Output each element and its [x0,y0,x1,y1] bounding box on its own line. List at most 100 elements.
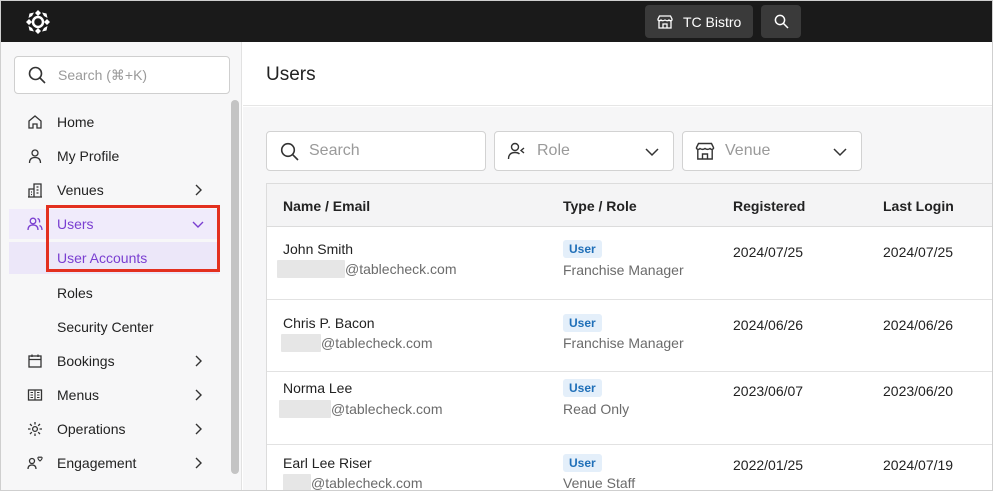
type-badge-label: User [563,240,602,258]
user-type-badge: User [563,379,602,397]
sidebar-subitem-user-accounts[interactable]: User Accounts [9,242,219,274]
sidebar-subitem-roles[interactable]: Roles [9,277,219,309]
sidebar: Search (⌘+K) Home My Profile Venues User… [1,42,242,490]
app-window: TC Bistro Search (⌘+K) Home My Profile V… [0,0,993,491]
users-table: Name / Email Type / Role Registered Last… [266,183,992,491]
sidebar-scrollbar[interactable] [231,100,239,474]
sidebar-subitem-label: Roles [57,285,93,301]
user-role-icon [507,141,527,161]
column-header-last-login[interactable]: Last Login [883,198,954,214]
sidebar-item-label: Users [57,216,94,232]
table-row[interactable]: John Smith @tablecheck.com User Franchis… [267,227,992,300]
user-icon [27,148,43,164]
calendar-icon [27,353,43,369]
redacted-email-prefix [279,400,331,418]
user-role: Franchise Manager [563,262,684,278]
store-icon [657,14,673,29]
sidebar-search-placeholder: Search (⌘+K) [58,66,148,83]
sidebar-item-label: My Profile [57,148,120,164]
global-search-button[interactable] [761,5,801,38]
user-name: Earl Lee Riser [283,455,372,471]
building-icon [27,182,43,198]
role-filter-select[interactable]: Role [494,131,674,171]
sidebar-item-menus[interactable]: Menus [9,380,219,410]
search-icon [774,14,789,29]
venue-name: TC Bistro [683,13,742,30]
user-name: Norma Lee [283,380,353,396]
type-badge-label: User [563,454,602,472]
redacted-email-prefix [283,474,311,490]
chevron-down-icon [192,221,204,228]
user-name: John Smith [283,241,354,257]
user-role: Read Only [563,401,630,417]
sidebar-item-engagement[interactable]: Engagement [9,448,219,478]
registered-date: 2024/06/26 [733,317,804,333]
user-type-badge: User [563,314,602,332]
search-icon [28,66,46,84]
sidebar-item-operations[interactable]: Operations [9,414,219,444]
chevron-down-icon [833,148,847,157]
type-badge-label: User [563,379,602,397]
email-domain: @tablecheck.com [321,335,433,351]
home-icon [27,114,43,130]
user-type-badge: User [563,240,602,258]
registered-date: 2023/06/07 [733,383,804,399]
brand-logo[interactable] [25,9,51,35]
last-login-date: 2024/06/26 [883,317,954,333]
user-name: Chris P. Bacon [283,315,375,331]
store-icon [695,141,715,161]
sidebar-item-label: Bookings [57,353,115,369]
column-header-type-role[interactable]: Type / Role [563,198,637,214]
sidebar-item-home[interactable]: Home [9,107,219,137]
sidebar-subitem-security-center[interactable]: Security Center [9,311,219,343]
column-header-name-email[interactable]: Name / Email [283,198,370,214]
table-row[interactable]: Chris P. Bacon @tablecheck.com User Fran… [267,300,992,372]
sidebar-search-input[interactable]: Search (⌘+K) [14,56,230,94]
table-header: Name / Email Type / Role Registered Last… [267,184,992,227]
last-login-date: 2023/06/20 [883,383,954,399]
sidebar-item-label: Engagement [57,455,137,471]
registered-date: 2022/01/25 [733,457,804,473]
user-role: Franchise Manager [563,335,684,351]
chevron-right-icon [195,389,202,401]
email-domain: @tablecheck.com [331,401,443,417]
sidebar-item-my-profile[interactable]: My Profile [9,141,219,171]
last-login-date: 2024/07/25 [883,244,954,260]
gear-icon [27,421,43,437]
user-email: @tablecheck.com [283,474,423,491]
chevron-down-icon [645,148,659,157]
last-login-date: 2024/07/19 [883,457,954,473]
redacted-email-prefix [281,334,321,352]
main-content: Users Search Role Venue Name / Email Typ… [243,42,992,491]
users-icon [27,216,43,232]
sidebar-item-label: Operations [57,421,126,437]
email-domain: @tablecheck.com [345,261,457,277]
venue-filter-select[interactable]: Venue [682,131,862,171]
registered-date: 2024/07/25 [733,244,804,260]
venue-placeholder: Venue [725,142,771,159]
chevron-right-icon [195,355,202,367]
table-row[interactable]: Earl Lee Riser @tablecheck.com User Venu… [267,445,992,491]
venue-switcher-button[interactable]: TC Bistro [645,5,753,38]
top-bar: TC Bistro [1,1,992,42]
search-input[interactable]: Search [266,131,486,171]
search-placeholder: Search [309,142,360,159]
page-title: Users [266,64,316,85]
table-row[interactable]: Norma Lee @tablecheck.com User Read Only… [267,372,992,445]
chevron-right-icon [195,457,202,469]
sidebar-item-bookings[interactable]: Bookings [9,346,219,376]
chevron-right-icon [195,423,202,435]
engagement-icon [27,455,43,471]
sidebar-item-venues[interactable]: Venues [9,175,219,205]
page-header: Users [243,42,992,106]
email-domain: @tablecheck.com [311,475,423,491]
column-header-registered[interactable]: Registered [733,198,805,214]
sidebar-subitem-label: Security Center [57,319,154,335]
type-badge-label: User [563,314,602,332]
user-role: Venue Staff [563,475,636,491]
sidebar-item-label: Venues [57,182,104,198]
user-email: @tablecheck.com [277,260,456,278]
sidebar-item-users[interactable]: Users [9,209,219,239]
user-email: @tablecheck.com [279,400,442,418]
user-type-badge: User [563,454,602,472]
